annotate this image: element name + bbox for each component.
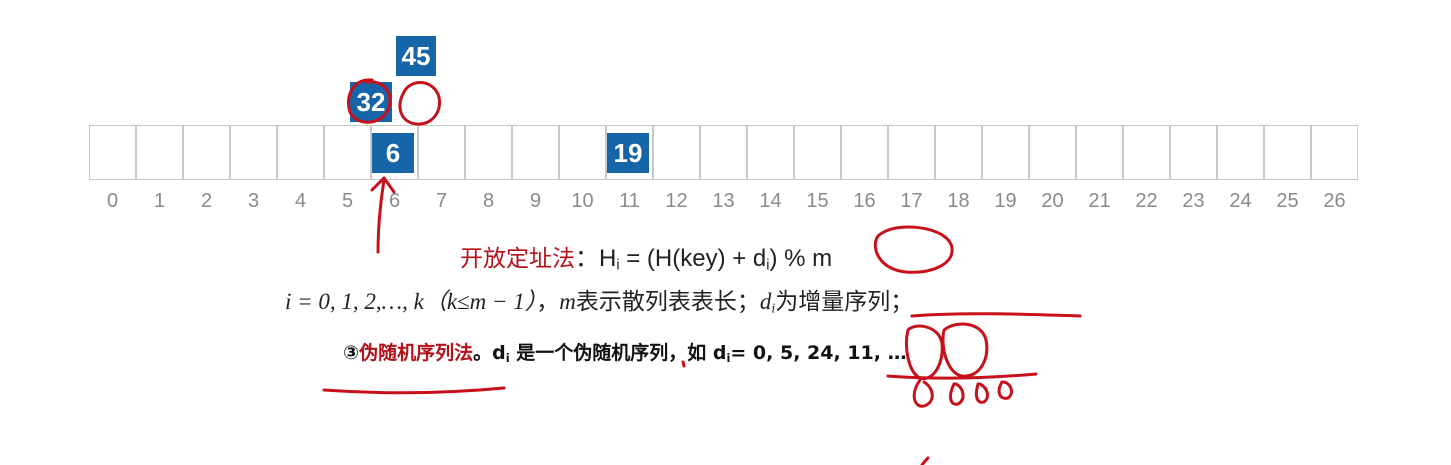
formula-colon: ： bbox=[575, 245, 599, 272]
table-cell bbox=[794, 125, 841, 180]
table-cell bbox=[89, 125, 136, 180]
table-cell bbox=[747, 125, 794, 180]
index-label: 21 bbox=[1088, 190, 1111, 212]
table-cell bbox=[1076, 125, 1123, 180]
index-label: 4 bbox=[294, 190, 307, 212]
ink-circle-5 bbox=[905, 324, 944, 380]
table-cell bbox=[888, 125, 935, 180]
index-label: 23 bbox=[1182, 190, 1205, 212]
index-label: 2 bbox=[200, 190, 213, 212]
index-label: 24 bbox=[1229, 190, 1252, 212]
key-45: 45 bbox=[396, 36, 436, 76]
hash-table-diagram: 0 1 2 3 4 5 6 7 8 9 10 11 12 13 14 15 16 17 18 19 20 21 22 23 24… bbox=[0, 0, 1451, 465]
key-6: 6 bbox=[372, 133, 414, 173]
ink-loop-2 bbox=[949, 382, 965, 406]
index-label: 5 bbox=[341, 190, 354, 212]
index-label: 16 bbox=[853, 190, 876, 212]
method-period: 。 bbox=[473, 342, 493, 364]
index-label: 19 bbox=[994, 190, 1017, 212]
table-cell bbox=[1311, 125, 1358, 180]
ink-circle-24 bbox=[941, 322, 989, 378]
condition-d: d bbox=[759, 289, 772, 314]
handwritten-annotations bbox=[322, 78, 1082, 465]
table-cell bbox=[277, 125, 324, 180]
index-label: 25 bbox=[1276, 190, 1299, 212]
ink-circle-slot-7 bbox=[398, 81, 441, 126]
ink-underline-method bbox=[322, 386, 506, 395]
ink-circle-mod bbox=[873, 225, 954, 274]
ink-underline-sequence bbox=[886, 372, 1038, 380]
index-label: 18 bbox=[947, 190, 970, 212]
index-label: 7 bbox=[435, 190, 448, 212]
index-label: 13 bbox=[712, 190, 735, 212]
table-cell bbox=[183, 125, 230, 180]
index-label: 20 bbox=[1041, 190, 1064, 212]
ink-loop-1 bbox=[912, 378, 934, 408]
table-cell bbox=[935, 125, 982, 180]
method-d: d bbox=[492, 342, 506, 364]
index-label: 9 bbox=[529, 190, 542, 212]
index-label: 11 bbox=[619, 190, 640, 212]
open-addressing-formula: 开放定址法：Hi = (H(key) + di) % m bbox=[460, 238, 832, 274]
key-32: 32 bbox=[350, 82, 392, 122]
index-label: 14 bbox=[759, 190, 782, 212]
table-cell bbox=[230, 125, 277, 180]
key-19: 19 bbox=[607, 133, 649, 173]
index-label: 10 bbox=[571, 190, 594, 212]
index-label: 26 bbox=[1323, 190, 1346, 212]
condition-increment: 为增量序列； bbox=[775, 289, 914, 314]
condition-line: i = 0, 1, 2,…, k（k≤m − 1），m表示散列表表长；di为增量… bbox=[285, 282, 913, 316]
table-cell bbox=[653, 125, 700, 180]
ink-loop-3 bbox=[974, 382, 989, 404]
table-cell bbox=[1170, 125, 1217, 180]
formula-eq: = (H(key) + d bbox=[619, 245, 767, 272]
condition-range: i = 0, 1, 2,…, k（k≤m − 1） bbox=[285, 289, 537, 314]
index-label: 17 bbox=[900, 190, 923, 212]
ink-underline-increment bbox=[910, 312, 1082, 318]
table-cell bbox=[136, 125, 183, 180]
index-label: 8 bbox=[482, 190, 495, 212]
index-label: 12 bbox=[665, 190, 688, 212]
pseudo-random-method: ③伪随机序列法。di 是一个伪随机序列，如 di= 0, 5, 24, 11, … bbox=[343, 338, 907, 365]
table-cell bbox=[982, 125, 1029, 180]
condition-table-length: 表示散列表表长； bbox=[575, 289, 760, 314]
ink-stroke-bottom bbox=[920, 456, 930, 465]
ink-loop-4 bbox=[997, 380, 1013, 400]
formula-tail: ) % m bbox=[769, 245, 833, 272]
table-cell bbox=[418, 125, 465, 180]
method-name: 伪随机序列法 bbox=[359, 342, 474, 364]
method-desc: 是一个伪随机序列，如 d bbox=[509, 342, 727, 364]
table-cell bbox=[512, 125, 559, 180]
table-cell bbox=[324, 125, 371, 180]
condition-comma: ， bbox=[536, 289, 560, 314]
table-cell bbox=[1217, 125, 1264, 180]
formula-title: 开放定址法 bbox=[460, 246, 575, 272]
index-label: 15 bbox=[806, 190, 829, 212]
index-label: 1 bbox=[153, 190, 166, 212]
table-cell bbox=[465, 125, 512, 180]
table-cell bbox=[1264, 125, 1311, 180]
condition-m: m bbox=[559, 289, 576, 314]
table-cell bbox=[1123, 125, 1170, 180]
index-label: 3 bbox=[247, 190, 260, 212]
index-label: 22 bbox=[1135, 190, 1158, 212]
index-label: 6 bbox=[388, 190, 401, 212]
table-cell bbox=[559, 125, 606, 180]
table-cell bbox=[1029, 125, 1076, 180]
method-sequence: = 0, 5, 24, 11, … bbox=[730, 342, 907, 364]
table-cell bbox=[700, 125, 747, 180]
index-label: 0 bbox=[106, 190, 119, 212]
method-number: ③ bbox=[343, 342, 360, 364]
table-cell bbox=[841, 125, 888, 180]
formula-h: H bbox=[599, 245, 617, 272]
